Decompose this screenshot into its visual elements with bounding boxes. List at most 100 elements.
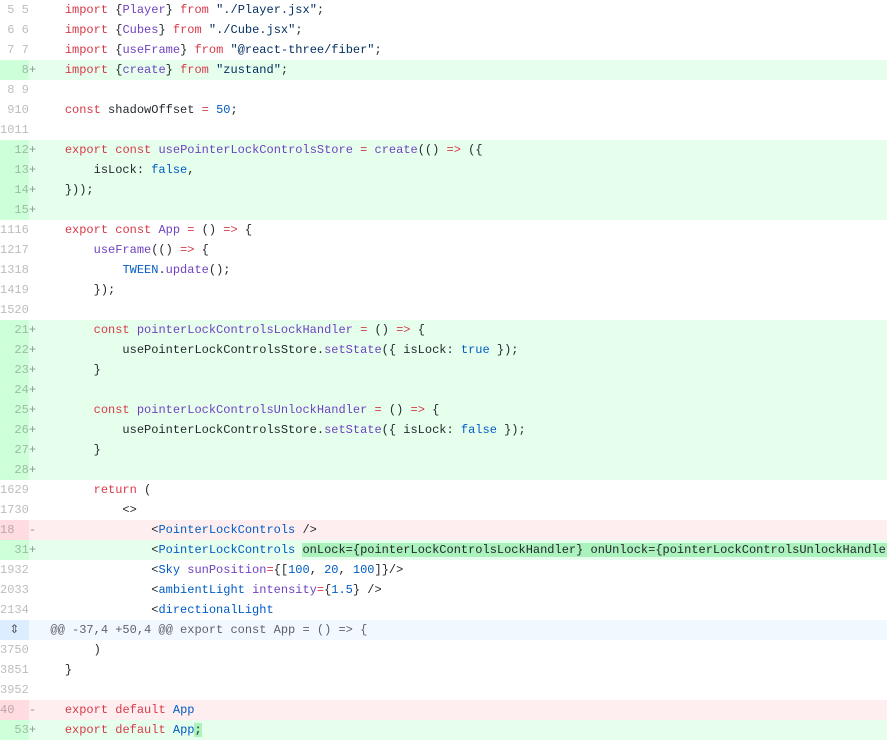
- expand-icon[interactable]: ⇕: [0, 620, 29, 640]
- diff-line[interactable]: 21+ const pointerLockControlsLockHandler…: [0, 320, 887, 340]
- new-line-number[interactable]: 31: [14, 540, 28, 560]
- new-line-number[interactable]: 26: [14, 420, 28, 440]
- old-line-number[interactable]: 20: [0, 580, 14, 600]
- code-content[interactable]: usePointerLockControlsStore.setState({ i…: [36, 340, 887, 360]
- code-content[interactable]: [36, 300, 887, 320]
- new-line-number[interactable]: 12: [14, 140, 28, 160]
- code-content[interactable]: }: [36, 440, 887, 460]
- code-content[interactable]: import {Player} from "./Player.jsx";: [36, 0, 887, 20]
- old-line-number[interactable]: 15: [0, 300, 14, 320]
- old-line-number[interactable]: 21: [0, 600, 14, 620]
- diff-line[interactable]: 23+ }: [0, 360, 887, 380]
- code-content[interactable]: useFrame(() => {: [36, 240, 887, 260]
- new-line-number[interactable]: 30: [14, 500, 28, 520]
- new-line-number[interactable]: [14, 700, 28, 720]
- code-content[interactable]: <Sky sunPosition={[100, 20, 100]}/>: [36, 560, 887, 580]
- diff-line[interactable]: 40- export default App: [0, 700, 887, 720]
- old-line-number[interactable]: [0, 400, 14, 420]
- new-line-number[interactable]: 19: [14, 280, 28, 300]
- diff-line[interactable]: 31+ <PointerLockControls onLock={pointer…: [0, 540, 887, 560]
- old-line-number[interactable]: 12: [0, 240, 14, 260]
- diff-line[interactable]: 3952: [0, 680, 887, 700]
- diff-line[interactable]: 53+ export default App;: [0, 720, 887, 740]
- old-line-number[interactable]: 10: [0, 120, 14, 140]
- old-line-number[interactable]: [0, 200, 14, 220]
- old-line-number[interactable]: 18: [0, 520, 14, 540]
- diff-line[interactable]: 14+ }));: [0, 180, 887, 200]
- diff-line[interactable]: 1116 export const App = () => {: [0, 220, 887, 240]
- diff-line[interactable]: 1419 });: [0, 280, 887, 300]
- old-line-number[interactable]: 19: [0, 560, 14, 580]
- diff-line[interactable]: 2033 <ambientLight intensity={1.5} />: [0, 580, 887, 600]
- new-line-number[interactable]: 7: [14, 40, 28, 60]
- diff-line[interactable]: 1011: [0, 120, 887, 140]
- new-line-number[interactable]: 21: [14, 320, 28, 340]
- old-line-number[interactable]: 16: [0, 480, 14, 500]
- old-line-number[interactable]: 5: [0, 0, 14, 20]
- old-line-number[interactable]: [0, 540, 14, 560]
- new-line-number[interactable]: 18: [14, 260, 28, 280]
- code-content[interactable]: TWEEN.update();: [36, 260, 887, 280]
- diff-line[interactable]: 910 const shadowOffset = 50;: [0, 100, 887, 120]
- old-line-number[interactable]: 11: [0, 220, 14, 240]
- new-line-number[interactable]: 9: [14, 80, 28, 100]
- new-line-number[interactable]: 28: [14, 460, 28, 480]
- new-line-number[interactable]: 33: [14, 580, 28, 600]
- old-line-number[interactable]: [0, 460, 14, 480]
- new-line-number[interactable]: 34: [14, 600, 28, 620]
- diff-line[interactable]: 22+ usePointerLockControlsStore.setState…: [0, 340, 887, 360]
- old-line-number[interactable]: 39: [0, 680, 14, 700]
- code-content[interactable]: export default App;: [36, 720, 887, 740]
- old-line-number[interactable]: [0, 360, 14, 380]
- diff-line[interactable]: 13+ isLock: false,: [0, 160, 887, 180]
- new-line-number[interactable]: 52: [14, 680, 28, 700]
- new-line-number[interactable]: 25: [14, 400, 28, 420]
- code-content[interactable]: import {Cubes} from "./Cube.jsx";: [36, 20, 887, 40]
- code-content[interactable]: [36, 80, 887, 100]
- code-content[interactable]: <directionalLight: [36, 600, 887, 620]
- diff-line[interactable]: 1932 <Sky sunPosition={[100, 20, 100]}/>: [0, 560, 887, 580]
- new-line-number[interactable]: 24: [14, 380, 28, 400]
- diff-line[interactable]: 25+ const pointerLockControlsUnlockHandl…: [0, 400, 887, 420]
- code-content[interactable]: return (: [36, 480, 887, 500]
- old-line-number[interactable]: [0, 440, 14, 460]
- old-line-number[interactable]: [0, 380, 14, 400]
- old-line-number[interactable]: [0, 160, 14, 180]
- diff-line[interactable]: 1217 useFrame(() => {: [0, 240, 887, 260]
- new-line-number[interactable]: [14, 520, 28, 540]
- new-line-number[interactable]: 11: [14, 120, 28, 140]
- code-content[interactable]: [36, 460, 887, 480]
- diff-line[interactable]: 55 import {Player} from "./Player.jsx";: [0, 0, 887, 20]
- code-content[interactable]: });: [36, 280, 887, 300]
- new-line-number[interactable]: 32: [14, 560, 28, 580]
- diff-line[interactable]: 24+: [0, 380, 887, 400]
- code-content[interactable]: <ambientLight intensity={1.5} />: [36, 580, 887, 600]
- new-line-number[interactable]: 17: [14, 240, 28, 260]
- old-line-number[interactable]: 7: [0, 40, 14, 60]
- diff-line[interactable]: 1520: [0, 300, 887, 320]
- old-line-number[interactable]: 6: [0, 20, 14, 40]
- old-line-number[interactable]: [0, 140, 14, 160]
- code-content[interactable]: <PointerLockControls />: [36, 520, 887, 540]
- code-content[interactable]: usePointerLockControlsStore.setState({ i…: [36, 420, 887, 440]
- code-content[interactable]: const pointerLockControlsLockHandler = (…: [36, 320, 887, 340]
- diff-line[interactable]: 12+ export const usePointerLockControlsS…: [0, 140, 887, 160]
- new-line-number[interactable]: 20: [14, 300, 28, 320]
- code-content[interactable]: }));: [36, 180, 887, 200]
- diff-line[interactable]: 3750 ): [0, 640, 887, 660]
- new-line-number[interactable]: 51: [14, 660, 28, 680]
- old-line-number[interactable]: [0, 320, 14, 340]
- new-line-number[interactable]: 53: [14, 720, 28, 740]
- diff-line[interactable]: 8+ import {create} from "zustand";: [0, 60, 887, 80]
- code-content[interactable]: export const App = () => {: [36, 220, 887, 240]
- code-content[interactable]: export const usePointerLockControlsStore…: [36, 140, 887, 160]
- old-line-number[interactable]: 9: [0, 100, 14, 120]
- new-line-number[interactable]: 29: [14, 480, 28, 500]
- old-line-number[interactable]: 14: [0, 280, 14, 300]
- code-content[interactable]: import {useFrame} from "@react-three/fib…: [36, 40, 887, 60]
- code-content[interactable]: [36, 380, 887, 400]
- new-line-number[interactable]: 6: [14, 20, 28, 40]
- diff-line[interactable]: 66 import {Cubes} from "./Cube.jsx";: [0, 20, 887, 40]
- old-line-number[interactable]: [0, 420, 14, 440]
- code-content[interactable]: [36, 120, 887, 140]
